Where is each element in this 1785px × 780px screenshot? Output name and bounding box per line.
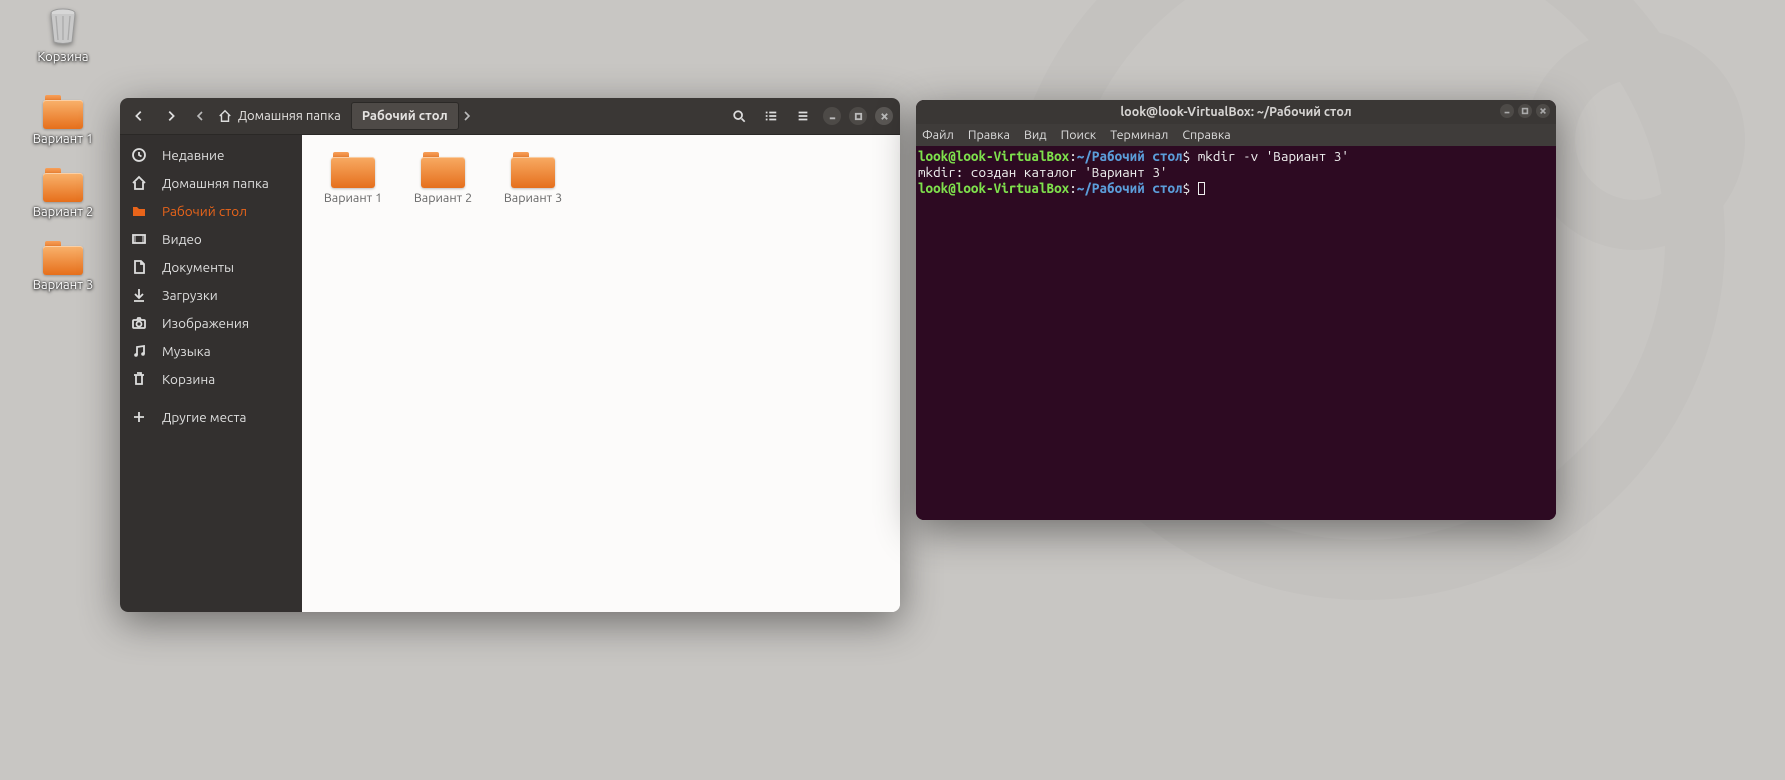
nav-forward-button[interactable] bbox=[156, 102, 186, 130]
fm-headerbar: Домашняя папка Рабочий стол bbox=[120, 98, 900, 135]
sidebar-item[interactable]: Недавние bbox=[120, 141, 302, 169]
window-maximize-button[interactable] bbox=[849, 107, 867, 125]
folder-icon bbox=[43, 168, 83, 202]
fm-content-area[interactable]: Вариант 1 Вариант 2 Вариант 3 bbox=[302, 135, 900, 612]
sidebar-item-label: Изображения bbox=[162, 315, 249, 331]
window-minimize-button[interactable] bbox=[823, 107, 841, 125]
terminal-body[interactable]: look@look-VirtualBox:~/Рабочий стол$ mkd… bbox=[916, 146, 1556, 520]
file-manager-window: Домашняя папка Рабочий стол bbox=[120, 98, 900, 612]
sidebar-item[interactable]: Загрузки bbox=[120, 281, 302, 309]
path-segment-home[interactable]: Домашняя папка bbox=[208, 102, 351, 130]
trash-icon bbox=[130, 370, 148, 388]
sidebar-item-label: Корзина bbox=[162, 371, 215, 387]
window-close-button[interactable] bbox=[875, 107, 893, 125]
home-icon bbox=[218, 109, 232, 123]
sidebar-item-label: Домашняя папка bbox=[162, 175, 269, 191]
terminal-titlebar: look@look-VirtualBox: ~/Рабочий стол bbox=[916, 100, 1556, 124]
sidebar-item[interactable]: Видео bbox=[120, 225, 302, 253]
desktop-icon-label: Корзина bbox=[18, 50, 108, 64]
file-item-label: Вариант 2 bbox=[408, 191, 478, 205]
path-chevron-icon[interactable] bbox=[459, 102, 475, 130]
path-chevron-icon bbox=[192, 102, 208, 130]
path-current-label: Рабочий стол bbox=[362, 109, 448, 123]
doc-icon bbox=[130, 258, 148, 276]
desktop-icon-folder[interactable]: Вариант 1 bbox=[18, 92, 108, 146]
sidebar-item[interactable]: Рабочий стол bbox=[120, 197, 302, 225]
terminal-menu-item[interactable]: Правка bbox=[968, 128, 1010, 142]
sidebar-item[interactable]: Домашняя папка bbox=[120, 169, 302, 197]
view-toggle-button[interactable] bbox=[756, 102, 786, 130]
terminal-title: look@look-VirtualBox: ~/Рабочий стол bbox=[1120, 105, 1351, 119]
window-minimize-button[interactable] bbox=[1500, 104, 1514, 118]
terminal-window: look@look-VirtualBox: ~/Рабочий стол Фай… bbox=[916, 100, 1556, 520]
search-button[interactable] bbox=[724, 102, 754, 130]
sidebar-item[interactable]: Изображения bbox=[120, 309, 302, 337]
terminal-menu-item[interactable]: Справка bbox=[1182, 128, 1230, 142]
file-item-folder[interactable]: Вариант 3 bbox=[498, 149, 568, 205]
folder-icon bbox=[421, 152, 465, 188]
home-icon bbox=[130, 174, 148, 192]
path-bar: Домашняя папка Рабочий стол bbox=[192, 101, 475, 131]
folder-icon bbox=[130, 202, 148, 220]
folder-icon bbox=[511, 152, 555, 188]
folder-icon bbox=[43, 241, 83, 275]
sidebar-item[interactable]: Корзина bbox=[120, 365, 302, 393]
desktop-icon-label: Вариант 1 bbox=[18, 132, 108, 146]
desktop-icon-label: Вариант 3 bbox=[18, 278, 108, 292]
sidebar-item-label: Рабочий стол bbox=[162, 203, 247, 219]
sidebar-item-label: Загрузки bbox=[162, 287, 218, 303]
terminal-menubar: Файл Правка Вид Поиск Терминал Справка bbox=[916, 124, 1556, 146]
download-icon bbox=[130, 286, 148, 304]
path-segment-current[interactable]: Рабочий стол bbox=[351, 102, 459, 130]
music-icon bbox=[130, 342, 148, 360]
video-icon bbox=[130, 230, 148, 248]
clock-icon bbox=[130, 146, 148, 164]
trash-icon bbox=[43, 6, 83, 46]
terminal-menu-item[interactable]: Поиск bbox=[1061, 128, 1097, 142]
sidebar-item-label: Недавние bbox=[162, 147, 225, 163]
hamburger-menu-button[interactable] bbox=[788, 102, 818, 130]
desktop-icon-folder[interactable]: Вариант 2 bbox=[18, 165, 108, 219]
file-item-folder[interactable]: Вариант 1 bbox=[318, 149, 388, 205]
file-item-label: Вариант 3 bbox=[498, 191, 568, 205]
sidebar-item-label: Видео bbox=[162, 231, 202, 247]
sidebar-item[interactable]: Музыка bbox=[120, 337, 302, 365]
folder-icon bbox=[43, 95, 83, 129]
window-close-button[interactable] bbox=[1536, 104, 1550, 118]
window-maximize-button[interactable] bbox=[1518, 104, 1532, 118]
terminal-line: mkdir: создан каталог 'Вариант 3' bbox=[918, 164, 1554, 180]
fm-sidebar: Недавние Домашняя папка Рабочий стол Вид… bbox=[120, 135, 302, 612]
desktop-icon-trash[interactable]: Корзина bbox=[18, 6, 108, 64]
plus-icon bbox=[130, 408, 148, 426]
desktop-icon-label: Вариант 2 bbox=[18, 205, 108, 219]
nav-back-button[interactable] bbox=[124, 102, 154, 130]
terminal-line: look@look-VirtualBox:~/Рабочий стол$ bbox=[918, 180, 1554, 196]
desktop-icon-folder[interactable]: Вариант 3 bbox=[18, 238, 108, 292]
sidebar-item[interactable]: Другие места bbox=[120, 403, 302, 431]
file-item-label: Вариант 1 bbox=[318, 191, 388, 205]
camera-icon bbox=[130, 314, 148, 332]
sidebar-item-label: Другие места bbox=[162, 409, 246, 425]
path-home-label: Домашняя папка bbox=[238, 109, 341, 123]
terminal-menu-item[interactable]: Файл bbox=[922, 128, 954, 142]
sidebar-item-label: Музыка bbox=[162, 343, 211, 359]
sidebar-item-label: Документы bbox=[162, 259, 234, 275]
file-item-folder[interactable]: Вариант 2 bbox=[408, 149, 478, 205]
folder-icon bbox=[331, 152, 375, 188]
sidebar-item[interactable]: Документы bbox=[120, 253, 302, 281]
terminal-line: look@look-VirtualBox:~/Рабочий стол$ mkd… bbox=[918, 148, 1554, 164]
terminal-menu-item[interactable]: Терминал bbox=[1110, 128, 1168, 142]
terminal-menu-item[interactable]: Вид bbox=[1024, 128, 1047, 142]
